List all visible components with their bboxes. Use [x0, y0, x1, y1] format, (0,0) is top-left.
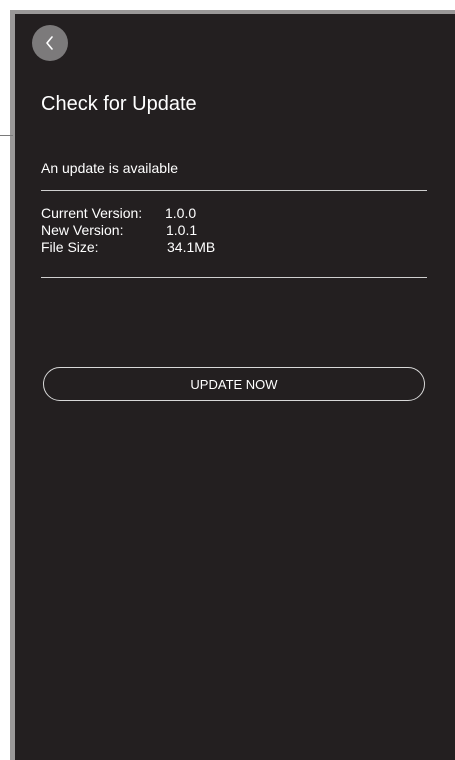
page-title: Check for Update — [41, 93, 197, 115]
new-version-value: 1.0.1 — [166, 222, 198, 238]
update-now-button[interactable]: UPDATE NOW — [43, 367, 425, 401]
back-button[interactable] — [32, 25, 68, 61]
divider — [41, 190, 427, 191]
current-version-label: Current Version: — [41, 205, 143, 221]
new-version-label: New Version: — [41, 222, 124, 238]
file-size-value: 34.1MB — [167, 239, 216, 255]
file-size-label: File Size: — [41, 239, 99, 255]
current-version-value: 1.0.0 — [165, 205, 197, 221]
divider — [41, 277, 427, 278]
update-status-text: An update is available — [41, 160, 178, 176]
frame-edge-line — [0, 135, 13, 136]
chevron-left-icon — [44, 36, 56, 50]
update-panel: Check for Update An update is available … — [15, 14, 455, 760]
